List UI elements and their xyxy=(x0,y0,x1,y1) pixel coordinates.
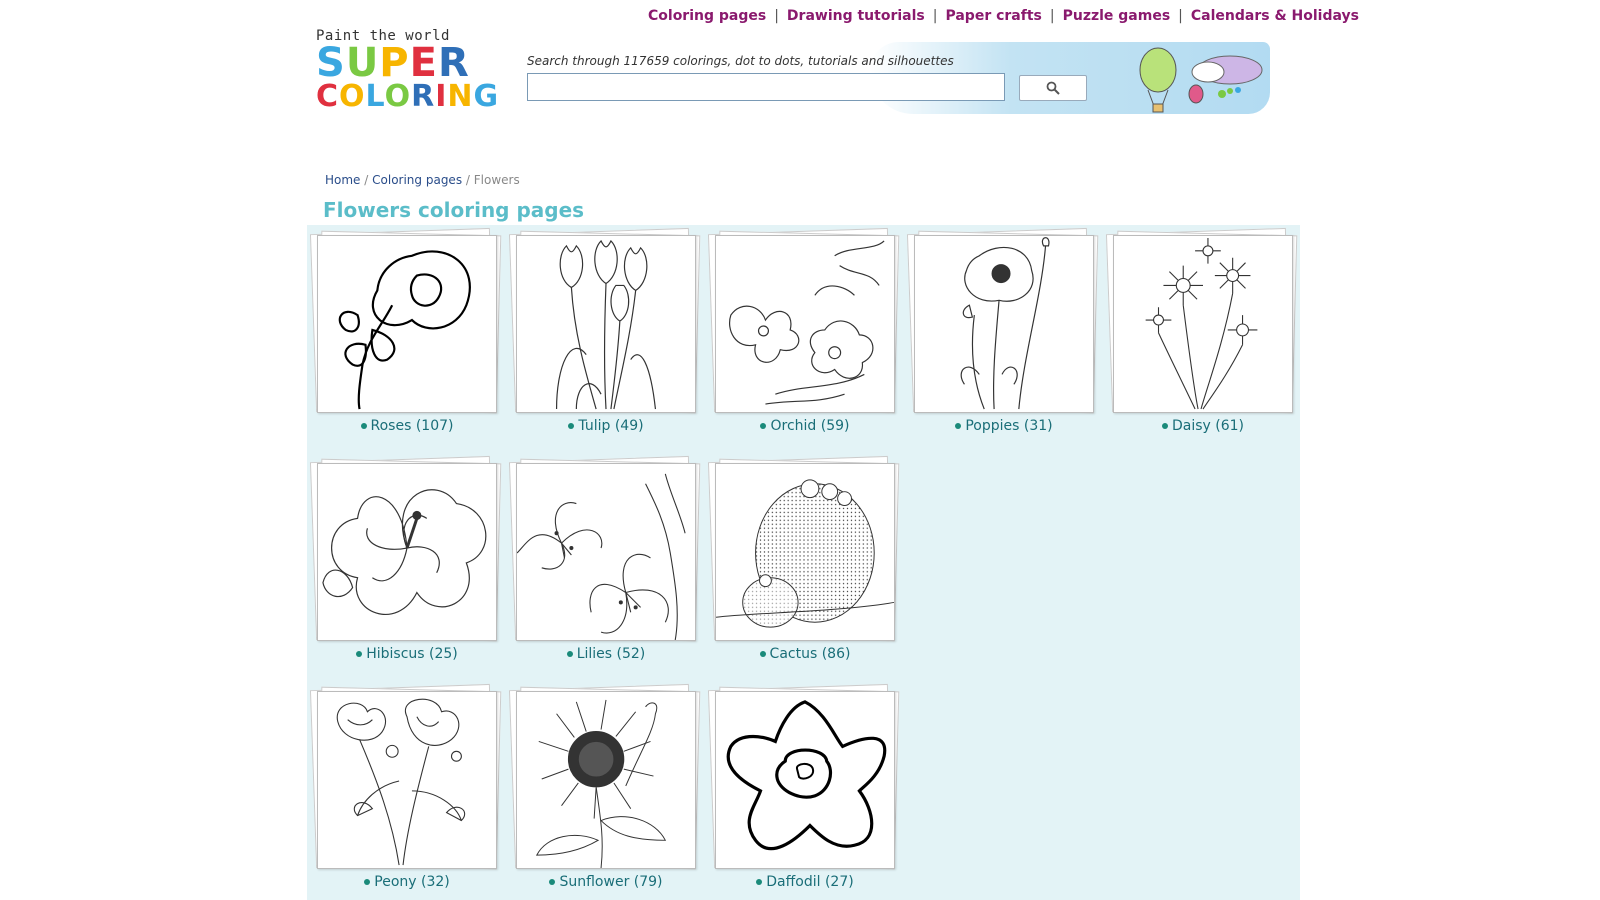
search-label: Search through 117659 colorings, dot to … xyxy=(527,54,954,68)
breadcrumb-separator: / xyxy=(465,173,470,187)
category-link[interactable]: Sunflower (79) xyxy=(506,874,706,890)
category-card-roses[interactable]: Roses (107) xyxy=(309,227,507,445)
hibiscus-icon xyxy=(322,489,487,615)
category-card-hibiscus[interactable]: Hibiscus (25) xyxy=(309,455,507,673)
page: Coloring pages | Drawing tutorials | Paper c… xyxy=(0,0,1600,900)
logo-word-super: SUPER xyxy=(316,40,470,86)
search-icon xyxy=(1046,81,1060,95)
category-link[interactable]: Roses (107) xyxy=(307,418,507,434)
search-button[interactable] xyxy=(1019,75,1087,101)
category-thumbnail[interactable] xyxy=(516,691,696,869)
breadcrumb: Home / Coloring pages / Flowers xyxy=(325,173,520,187)
search-input[interactable] xyxy=(527,73,1005,101)
category-card-sunflower[interactable]: Sunflower (79) xyxy=(508,683,706,900)
nav-calendars-holidays[interactable]: Calendars & Holidays xyxy=(1191,8,1359,24)
nav-drawing-tutorials[interactable]: Drawing tutorials xyxy=(787,8,925,24)
category-link[interactable]: Lilies (52) xyxy=(506,646,706,662)
category-thumbnail[interactable] xyxy=(317,691,497,869)
tulip-icon xyxy=(555,239,657,410)
category-link[interactable]: Poppies (31) xyxy=(904,418,1104,434)
top-nav: Coloring pages | Drawing tutorials | Paper c… xyxy=(648,8,1359,24)
breadcrumb-separator: / xyxy=(364,173,369,187)
nav-puzzle-games[interactable]: Puzzle games xyxy=(1063,8,1171,24)
rose-icon xyxy=(338,250,471,410)
peony-icon xyxy=(336,698,466,866)
breadcrumb-home[interactable]: Home xyxy=(325,173,360,187)
logo-word-coloring: COLORING xyxy=(316,79,500,114)
category-thumbnail[interactable] xyxy=(715,235,895,413)
nav-paper-crafts[interactable]: Paper crafts xyxy=(945,8,1041,24)
breadcrumb-coloring-pages[interactable]: Coloring pages xyxy=(372,173,462,187)
category-card-cactus[interactable]: Cactus (86) xyxy=(707,455,905,673)
orchid-icon xyxy=(729,240,885,405)
breadcrumb-current: Flowers xyxy=(473,173,520,187)
category-thumbnail[interactable] xyxy=(317,463,497,641)
category-thumbnail[interactable] xyxy=(914,235,1094,413)
category-thumbnail[interactable] xyxy=(715,463,895,641)
lily-icon xyxy=(517,473,686,640)
sunflower-icon xyxy=(535,699,667,868)
category-thumbnail[interactable] xyxy=(317,235,497,413)
nav-separator: | xyxy=(1178,8,1183,24)
category-card-lilies[interactable]: Lilies (52) xyxy=(508,455,706,673)
daffodil-icon xyxy=(726,700,887,851)
category-link[interactable]: Daffodil (27) xyxy=(705,874,905,890)
category-link[interactable]: Hibiscus (25) xyxy=(307,646,507,662)
category-link[interactable]: Peony (32) xyxy=(307,874,507,890)
poppy-icon xyxy=(960,237,1050,410)
page-title: Flowers coloring pages xyxy=(323,198,585,222)
category-thumbnail[interactable] xyxy=(1113,235,1293,413)
cactus-icon xyxy=(716,479,894,628)
category-thumbnail[interactable] xyxy=(516,235,696,413)
daisy-icon xyxy=(1145,237,1258,410)
category-link[interactable]: Daisy (61) xyxy=(1103,418,1303,434)
category-link[interactable]: Orchid (59) xyxy=(705,418,905,434)
category-link[interactable]: Cactus (86) xyxy=(705,646,905,662)
category-card-peony[interactable]: Peony (32) xyxy=(309,683,507,900)
category-card-daisy[interactable]: Daisy (61) xyxy=(1105,227,1303,445)
category-thumbnail[interactable] xyxy=(715,691,895,869)
nav-coloring-pages[interactable]: Coloring pages xyxy=(648,8,766,24)
category-link[interactable]: Tulip (49) xyxy=(506,418,706,434)
category-card-orchid[interactable]: Orchid (59) xyxy=(707,227,905,445)
category-card-tulip[interactable]: Tulip (49) xyxy=(508,227,706,445)
hot-air-balloon-icon xyxy=(1139,47,1263,113)
category-card-daffodil[interactable]: Daffodil (27) xyxy=(707,683,905,900)
nav-separator: | xyxy=(774,8,779,24)
nav-separator: | xyxy=(932,8,938,24)
category-card-poppies[interactable]: Poppies (31) xyxy=(906,227,1104,445)
site-logo[interactable]: Paint the world SUPER COLORING xyxy=(316,28,500,120)
category-thumbnail[interactable] xyxy=(516,463,696,641)
nav-separator: | xyxy=(1049,8,1055,24)
